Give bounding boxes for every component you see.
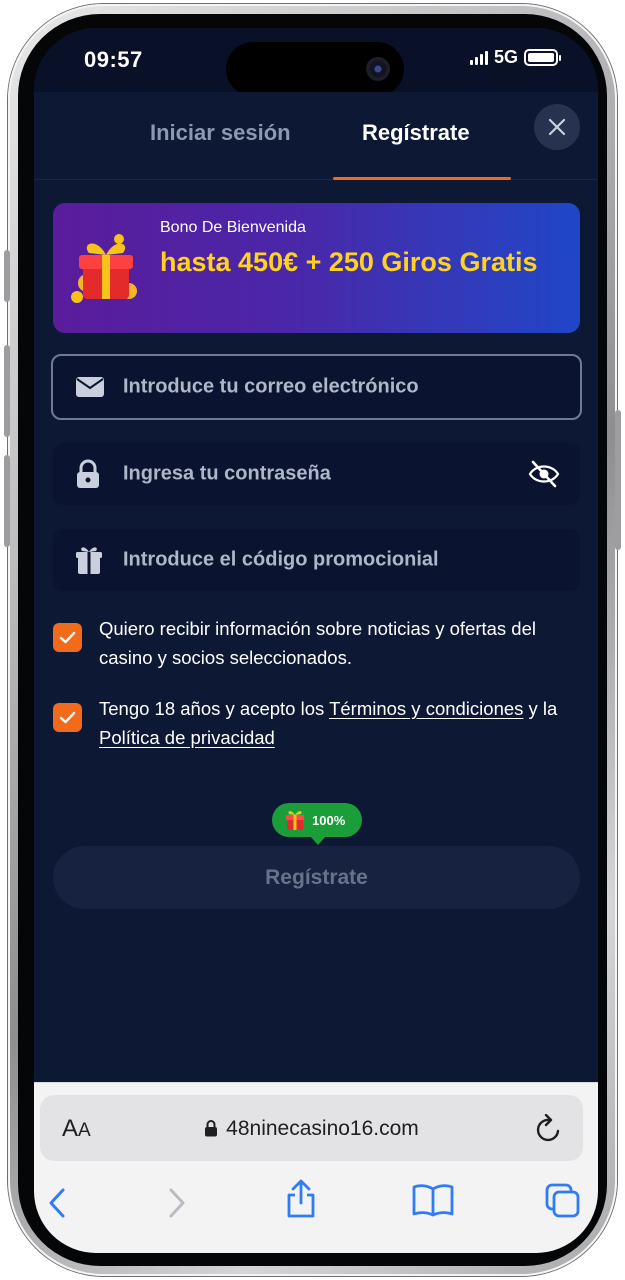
email-field[interactable]: Introduce tu correo electrónico [51, 354, 582, 420]
welcome-bonus-banner: Bono De Bienvenida hasta 450€ + 250 Giro… [53, 203, 580, 333]
url-text: 48ninecasino16.com [226, 1117, 419, 1140]
dynamic-island [226, 42, 404, 96]
terms-checkbox[interactable] [53, 703, 82, 732]
signal-icon [469, 50, 488, 65]
share-icon[interactable] [285, 1179, 317, 1219]
reload-icon[interactable] [535, 1114, 563, 1144]
url-display[interactable]: 48ninecasino16.com [40, 1117, 583, 1141]
close-icon [548, 118, 566, 136]
bonus-progress-badge: 100% [272, 803, 362, 845]
back-icon[interactable] [46, 1187, 68, 1219]
terms-prefix: Tengo 18 años y acepto los [99, 698, 330, 719]
gift-icon [286, 811, 304, 830]
mail-icon [76, 377, 104, 397]
checkmark-icon [59, 631, 76, 644]
status-time: 09:57 [84, 47, 143, 72]
register-modal: Iniciar sesión Regístrate Bono De Bienve… [34, 92, 598, 1082]
password-placeholder: Ingresa tu contraseña [123, 462, 331, 485]
status-bar: 09:57 5G [34, 28, 598, 96]
phone-volume-up [4, 345, 10, 437]
battery-icon [524, 49, 561, 66]
bonus-subtitle: Bono De Bienvenida [160, 219, 306, 236]
phone-action-button [4, 250, 10, 302]
address-bar[interactable]: AA 48ninecasino16.com [40, 1095, 583, 1161]
tab-register[interactable]: Regístrate [362, 120, 470, 146]
bonus-title: hasta 450€ + 250 Giros Gratis [160, 247, 538, 277]
forward-icon[interactable] [166, 1187, 188, 1219]
password-field[interactable]: Ingresa tu contraseña [53, 443, 580, 505]
badge-label: 100% [312, 812, 346, 828]
phone-power-button [615, 410, 621, 550]
newsletter-consent: Quiero recibir información sobre noticia… [53, 614, 573, 672]
newsletter-label: Quiero recibir información sobre noticia… [99, 618, 536, 668]
email-placeholder: Introduce tu correo electrónico [123, 375, 419, 398]
terms-label: Tengo 18 años y acepto los Términos y co… [99, 694, 573, 752]
terms-link[interactable]: Términos y condiciones [329, 698, 523, 719]
lock-icon [77, 459, 99, 488]
tab-login[interactable]: Iniciar sesión [150, 120, 291, 146]
gift-icon [76, 547, 102, 574]
phone-volume-down [4, 455, 10, 547]
active-tab-indicator [333, 177, 511, 180]
newsletter-checkbox[interactable] [53, 623, 82, 652]
close-button[interactable] [534, 104, 580, 150]
eye-off-icon[interactable] [528, 460, 560, 488]
privacy-link[interactable]: Política de privacidad [99, 727, 275, 748]
bookmarks-icon[interactable] [412, 1183, 454, 1217]
auth-tabs: Iniciar sesión Regístrate [34, 92, 598, 180]
gift-icon [71, 234, 137, 303]
network-label: 5G [493, 47, 518, 67]
lock-icon [205, 1120, 218, 1137]
terms-middle: y la [523, 698, 558, 719]
phone-screen: 09:57 5G Iniciar sesión Regístrate Bono … [34, 28, 598, 1253]
register-button[interactable]: Regístrate [53, 846, 580, 909]
terms-consent: Tengo 18 años y acepto los Términos y co… [53, 694, 573, 752]
promo-code-field[interactable]: Introduce el código promocionial [53, 529, 580, 591]
checkmark-icon [59, 711, 76, 724]
promo-placeholder: Introduce el código promocionial [123, 548, 439, 571]
tabs-icon[interactable] [545, 1183, 581, 1219]
camera-icon [366, 57, 390, 81]
browser-toolbar: AA 48ninecasino16.com [34, 1082, 598, 1253]
status-indicators: 5G [469, 47, 561, 68]
